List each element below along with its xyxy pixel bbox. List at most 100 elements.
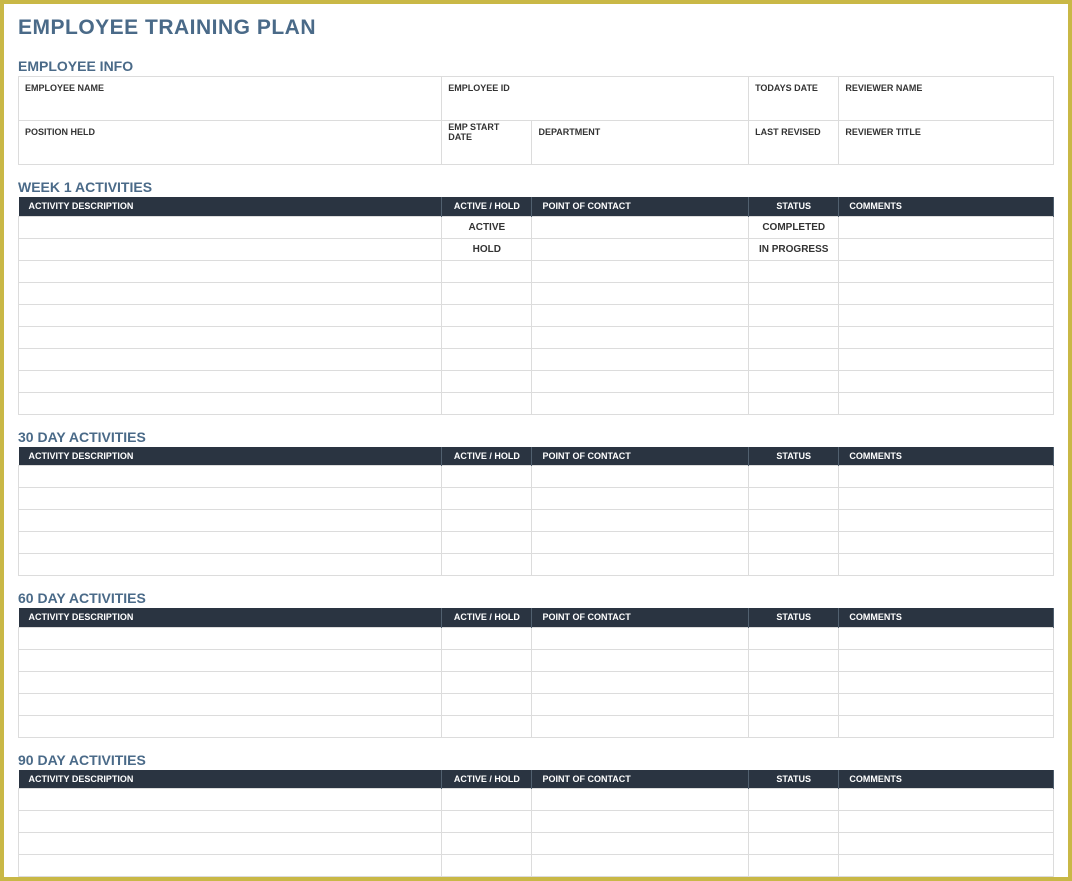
- cell-status[interactable]: [749, 554, 839, 576]
- cell-poc[interactable]: [532, 260, 749, 282]
- cell-activeHold[interactable]: [442, 855, 532, 877]
- cell-activeHold[interactable]: [442, 693, 532, 715]
- cell-desc[interactable]: [19, 532, 442, 554]
- value-reviewer-name[interactable]: [839, 99, 1054, 121]
- cell-desc[interactable]: [19, 715, 442, 737]
- cell-status[interactable]: COMPLETED: [749, 216, 839, 238]
- cell-comments[interactable]: [839, 238, 1054, 260]
- cell-desc[interactable]: [19, 370, 442, 392]
- cell-poc[interactable]: [532, 833, 749, 855]
- cell-status[interactable]: [749, 510, 839, 532]
- cell-poc[interactable]: [532, 627, 749, 649]
- cell-comments[interactable]: [839, 855, 1054, 877]
- value-reviewer-title[interactable]: [839, 143, 1054, 165]
- cell-comments[interactable]: [839, 282, 1054, 304]
- cell-activeHold[interactable]: [442, 833, 532, 855]
- cell-poc[interactable]: [532, 370, 749, 392]
- cell-poc[interactable]: [532, 789, 749, 811]
- cell-activeHold[interactable]: [442, 326, 532, 348]
- cell-activeHold[interactable]: [442, 304, 532, 326]
- cell-poc[interactable]: [532, 510, 749, 532]
- cell-desc[interactable]: [19, 238, 442, 260]
- value-last-revised[interactable]: [749, 143, 839, 165]
- cell-desc[interactable]: [19, 510, 442, 532]
- cell-comments[interactable]: [839, 326, 1054, 348]
- value-emp-start-date[interactable]: [442, 143, 532, 165]
- cell-comments[interactable]: [839, 693, 1054, 715]
- cell-comments[interactable]: [839, 532, 1054, 554]
- cell-poc[interactable]: [532, 649, 749, 671]
- cell-poc[interactable]: [532, 304, 749, 326]
- cell-comments[interactable]: [839, 789, 1054, 811]
- cell-activeHold[interactable]: [442, 488, 532, 510]
- cell-comments[interactable]: [839, 627, 1054, 649]
- value-employee-id[interactable]: [442, 99, 749, 121]
- cell-comments[interactable]: [839, 510, 1054, 532]
- cell-status[interactable]: [749, 532, 839, 554]
- cell-status[interactable]: [749, 348, 839, 370]
- cell-desc[interactable]: [19, 693, 442, 715]
- cell-status[interactable]: [749, 671, 839, 693]
- cell-activeHold[interactable]: [442, 392, 532, 414]
- cell-activeHold[interactable]: [442, 627, 532, 649]
- cell-status[interactable]: [749, 466, 839, 488]
- cell-status[interactable]: [749, 488, 839, 510]
- cell-status[interactable]: [749, 877, 839, 881]
- cell-status[interactable]: [749, 715, 839, 737]
- cell-desc[interactable]: [19, 627, 442, 649]
- cell-desc[interactable]: [19, 260, 442, 282]
- cell-desc[interactable]: [19, 326, 442, 348]
- cell-poc[interactable]: [532, 238, 749, 260]
- cell-status[interactable]: [749, 693, 839, 715]
- cell-status[interactable]: [749, 370, 839, 392]
- cell-comments[interactable]: [839, 466, 1054, 488]
- cell-status[interactable]: [749, 627, 839, 649]
- cell-activeHold[interactable]: [442, 811, 532, 833]
- cell-status[interactable]: [749, 833, 839, 855]
- cell-activeHold[interactable]: [442, 671, 532, 693]
- cell-comments[interactable]: [839, 304, 1054, 326]
- cell-comments[interactable]: [839, 488, 1054, 510]
- cell-status[interactable]: [749, 260, 839, 282]
- cell-activeHold[interactable]: [442, 877, 532, 881]
- cell-status[interactable]: [749, 811, 839, 833]
- cell-status[interactable]: [749, 326, 839, 348]
- cell-poc[interactable]: [532, 488, 749, 510]
- cell-status[interactable]: [749, 855, 839, 877]
- cell-poc[interactable]: [532, 554, 749, 576]
- cell-comments[interactable]: [839, 260, 1054, 282]
- cell-comments[interactable]: [839, 348, 1054, 370]
- cell-poc[interactable]: [532, 326, 749, 348]
- cell-activeHold[interactable]: [442, 554, 532, 576]
- cell-activeHold[interactable]: [442, 370, 532, 392]
- cell-poc[interactable]: [532, 392, 749, 414]
- cell-desc[interactable]: [19, 671, 442, 693]
- cell-comments[interactable]: [839, 833, 1054, 855]
- cell-desc[interactable]: [19, 392, 442, 414]
- cell-desc[interactable]: [19, 833, 442, 855]
- cell-desc[interactable]: [19, 488, 442, 510]
- value-position-held[interactable]: [19, 143, 442, 165]
- cell-activeHold[interactable]: [442, 282, 532, 304]
- cell-status[interactable]: [749, 649, 839, 671]
- cell-desc[interactable]: [19, 348, 442, 370]
- cell-status[interactable]: [749, 282, 839, 304]
- cell-activeHold[interactable]: [442, 348, 532, 370]
- cell-status[interactable]: IN PROGRESS: [749, 238, 839, 260]
- cell-desc[interactable]: [19, 877, 442, 881]
- cell-comments[interactable]: [839, 715, 1054, 737]
- cell-activeHold[interactable]: ACTIVE: [442, 216, 532, 238]
- cell-comments[interactable]: [839, 811, 1054, 833]
- cell-comments[interactable]: [839, 649, 1054, 671]
- cell-desc[interactable]: [19, 216, 442, 238]
- cell-poc[interactable]: [532, 811, 749, 833]
- cell-desc[interactable]: [19, 789, 442, 811]
- cell-poc[interactable]: [532, 671, 749, 693]
- cell-activeHold[interactable]: [442, 649, 532, 671]
- cell-desc[interactable]: [19, 649, 442, 671]
- cell-activeHold[interactable]: [442, 789, 532, 811]
- cell-comments[interactable]: [839, 671, 1054, 693]
- cell-desc[interactable]: [19, 811, 442, 833]
- cell-poc[interactable]: [532, 715, 749, 737]
- cell-status[interactable]: [749, 392, 839, 414]
